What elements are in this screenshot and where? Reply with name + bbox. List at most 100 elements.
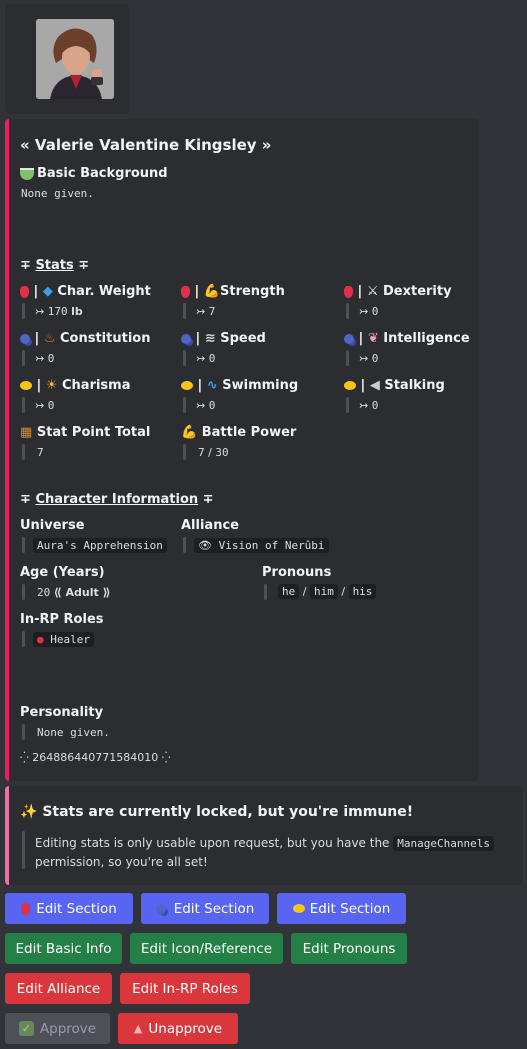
stat-swimming: | ∿ Swimming [181,378,298,393]
battle-power-value: 7 / 30 [198,446,229,459]
red-triangle-icon: ▲ [133,1022,143,1035]
quote-bar [183,303,186,319]
edit-section-lemon-button[interactable]: Edit Section [277,893,406,924]
dash-icon: ≋ [204,331,216,346]
stat-point-total-value: 7 [37,446,44,459]
approve-button[interactable]: ✓ Approve [5,1013,110,1044]
wave-icon: ∿ [206,378,218,393]
fire-icon: ♨ [43,331,56,346]
universe-label: Universe [20,518,85,533]
stat-char-weight: | ◆ Char. Weight [20,284,151,299]
pronouns-label: Pronouns [262,565,332,580]
stat-dexterity: | ⚔ Dexterity [344,284,452,299]
stat-charisma: | ☀ Charisma [20,378,131,393]
stat-strength: | 💪Strength [181,284,285,299]
stat-intelligence: | ❦ Intelligence [344,331,470,346]
basic-background-label: Basic Background [20,166,168,181]
alliance-label: Alliance [181,518,239,533]
battle-power-label: 💪 Battle Power [181,425,297,440]
quote-bar [346,350,349,366]
quote-bar [22,724,25,740]
quote-bar [183,444,186,460]
stat-stalking-value: ↣ 0 [359,399,379,412]
stat-swimming-value: ↣ 0 [196,399,216,412]
user-id: ⁛ 264886440771584010 ⁛ [20,751,171,764]
stats-header: ∓ Stats ∓ [20,258,90,273]
quote-bar [22,303,25,319]
edit-in-rp-roles-button[interactable]: Edit In-RP Roles [120,973,250,1004]
pronouns-value: he / him / his [278,584,377,599]
flexed-biceps-icon: 💪 [203,284,220,299]
strawberry-icon [21,902,31,915]
quote-bar [22,444,25,460]
in-rp-roles-label: In-RP Roles [20,612,104,627]
check-mark-icon: ✓ [18,1021,34,1036]
personality-label: Personality [20,705,104,720]
abacus-icon: ▦ [20,425,33,440]
in-rp-roles-value: ● Healer [33,632,94,647]
stat-char-weight-value: ↣ 170 lb [35,305,83,318]
stat-dexterity-value: ↣ 0 [359,305,379,318]
stat-speed: | ≋ Speed [181,331,266,346]
lemon-icon [181,381,193,390]
quote-bar [183,350,186,366]
salad-icon [20,167,34,180]
sparkles-icon: ✨ [20,804,38,820]
stat-speed-value: ↣ 0 [196,352,216,365]
stat-strength-value: ↣ 7 [196,305,216,318]
strawberry-icon [181,285,190,298]
blueberries-icon [181,333,191,344]
edit-section-blueberry-button[interactable]: Edit Section [141,893,269,924]
profile-card [5,119,479,781]
notice-body: Editing stats is only usable upon reques… [35,834,505,871]
edit-basic-info-button[interactable]: Edit Basic Info [5,933,122,964]
lemon-icon [344,381,356,390]
lemon-icon [20,381,32,390]
alliance-value: 👁 Vision of Nerûbi [194,538,329,553]
stat-intelligence-value: ↣ 0 [359,352,379,365]
quote-bar [22,537,25,553]
crossed-swords-icon: ⚔ [366,284,379,299]
universe-value: Aura's Apprehension [33,538,167,553]
blueberries-icon [20,333,30,344]
muted-speaker-icon: ◀ [369,378,380,393]
brain-icon: ❦ [367,331,379,346]
quote-bar [183,537,186,553]
quote-bar [22,350,25,366]
stat-stalking: | ◀ Stalking [344,378,445,393]
flexed-biceps-icon: 💪 [181,425,198,440]
sun-icon: ☀ [45,378,58,393]
stat-charisma-value: ↣ 0 [35,399,55,412]
edit-pronouns-button[interactable]: Edit Pronouns [291,933,407,964]
edit-section-strawberry-button[interactable]: Edit Section [5,893,133,924]
quote-bar [22,584,25,600]
character-name: « Valerie Valentine Kingsley » [20,136,272,154]
quote-bar [346,303,349,319]
character-info-header: ∓ Character Information ∓ [20,492,214,507]
quote-bar [22,831,25,869]
quote-bar [22,397,25,413]
notice-title: ✨ Stats are currently locked, but you're… [20,804,414,820]
quote-bar [346,397,349,413]
stat-constitution: | ♨ Constitution [20,331,150,346]
mushroom-icon: ● [37,633,44,646]
quote-bar [183,397,186,413]
blueberries-icon [344,333,354,344]
age-label: Age (Years) [20,565,105,580]
stat-constitution-value: ↣ 0 [35,352,55,365]
avatar[interactable] [36,19,114,99]
quote-bar [22,631,25,647]
basic-background-value: None given. [21,187,94,200]
strawberry-icon [20,285,29,298]
edit-alliance-button[interactable]: Edit Alliance [5,973,112,1004]
eye-icon: 👁 [198,539,212,552]
unapprove-button[interactable]: ▲ Unapprove [118,1013,238,1044]
stat-point-total-label: ▦ Stat Point Total [20,425,151,440]
edit-icon-reference-button[interactable]: Edit Icon/Reference [130,933,283,964]
personality-value: None given. [37,726,110,739]
diamond-icon: ◆ [42,284,53,299]
lemon-icon [292,904,305,913]
blueberries-icon [155,903,166,914]
age-value: 20 ⟪ Adult ⟫ [37,586,111,599]
quote-bar [264,584,267,600]
